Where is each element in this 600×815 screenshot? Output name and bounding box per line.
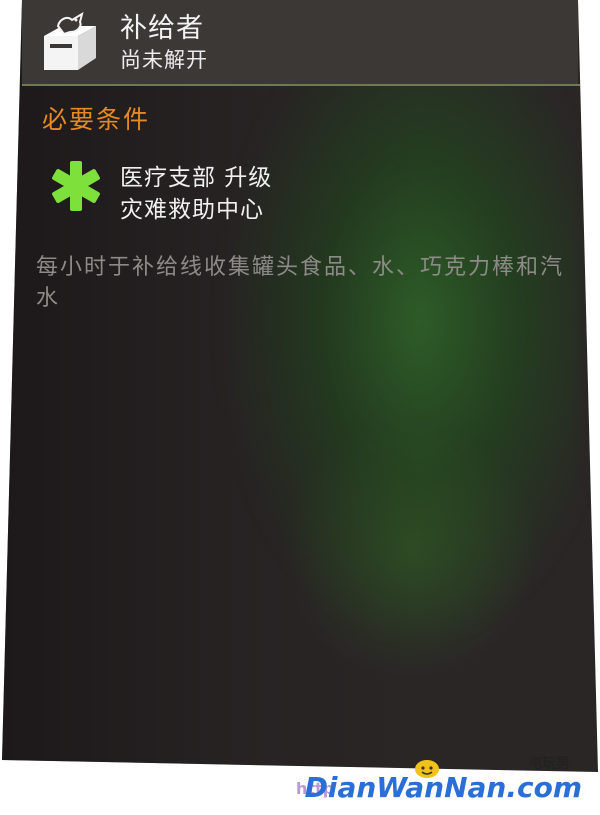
supply-crate-icon	[38, 11, 102, 72]
header-divider	[22, 84, 580, 86]
watermark-site: DianWanNan.com	[304, 771, 582, 804]
item-description: 每小时于补给线收集罐头食品、水、巧克力棒和汽水	[36, 255, 565, 311]
item-title: 补给者	[120, 13, 204, 44]
panel-header	[22, 0, 578, 84]
requirement-facility: 灾难救助中心	[120, 197, 264, 223]
requirement-building: 医疗支部 升级	[120, 165, 273, 191]
item-status: 尚未解开	[120, 48, 208, 72]
requirements-heading: 必要条件	[42, 105, 151, 134]
item-detail-panel: 补给者 尚未解开 必要条件 医疗支部 升级 灾难救助中心 每小时于补给线收集罐头…	[0, 0, 600, 815]
site-watermark: 电玩男 http DianWanNan.com	[290, 749, 590, 809]
watermark-label: 电玩男	[528, 756, 570, 772]
medical-asterisk-icon	[50, 160, 102, 212]
